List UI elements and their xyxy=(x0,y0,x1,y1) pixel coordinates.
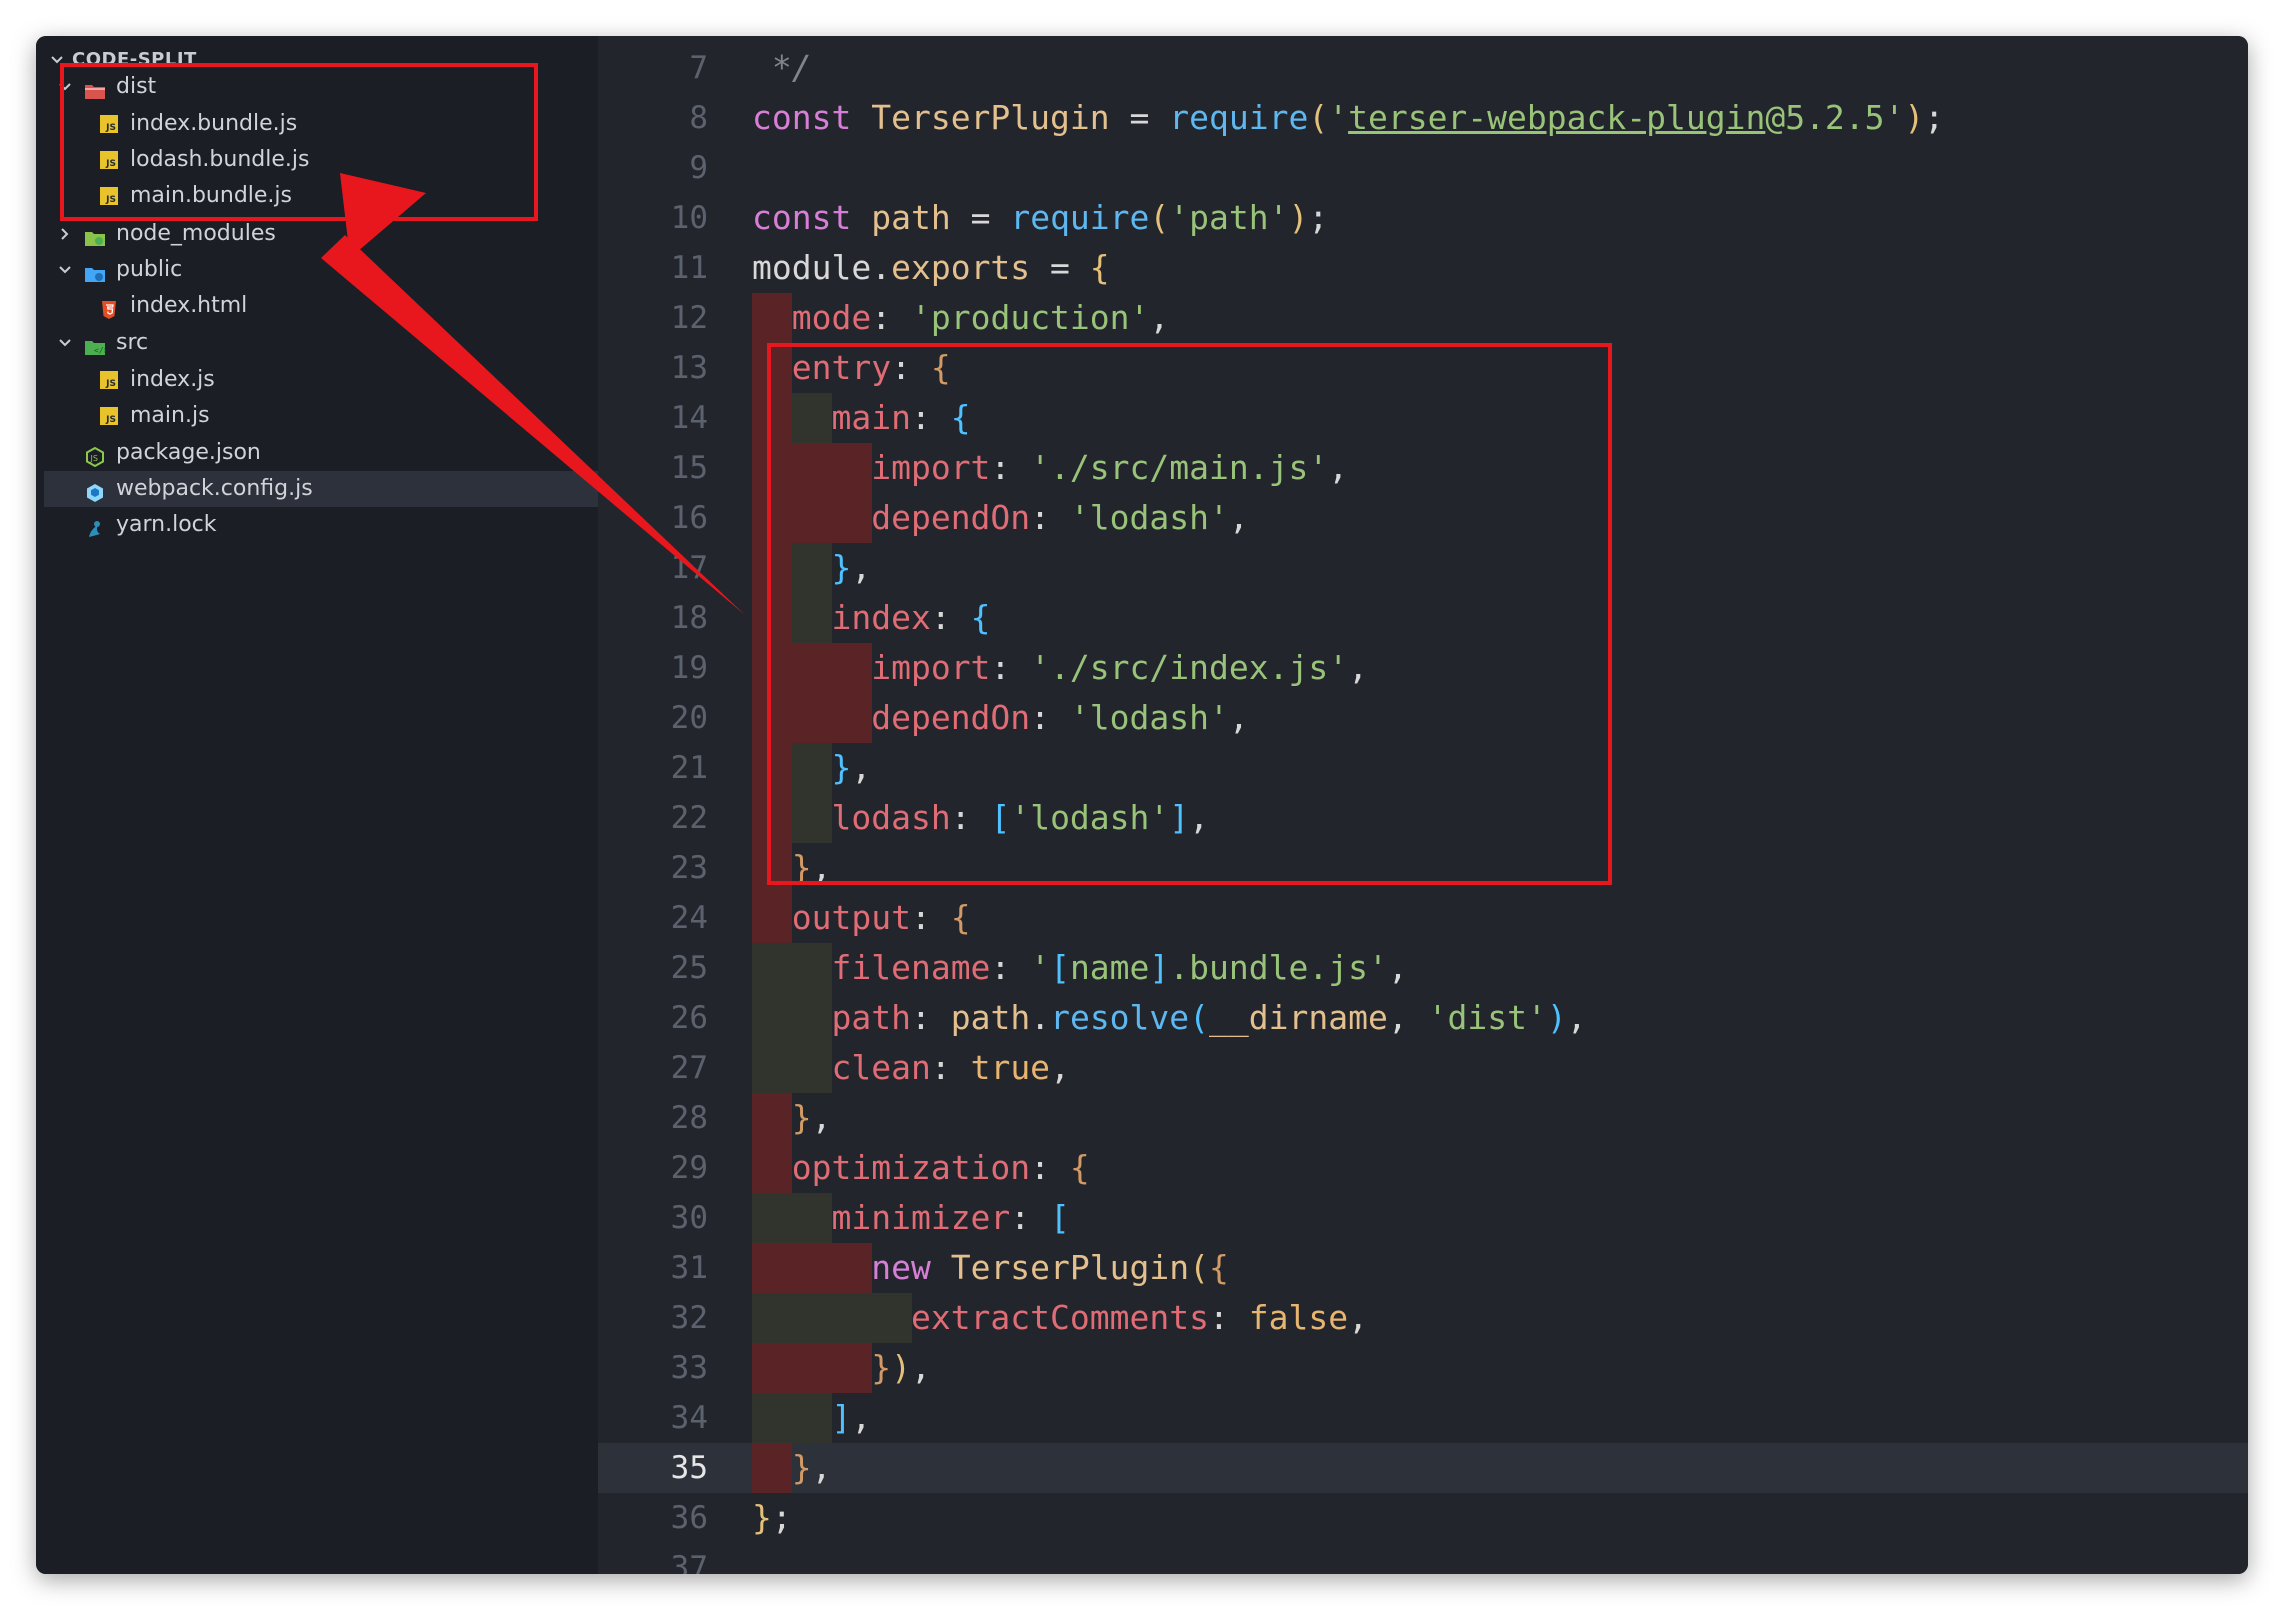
annotation-arrow xyxy=(321,173,745,615)
